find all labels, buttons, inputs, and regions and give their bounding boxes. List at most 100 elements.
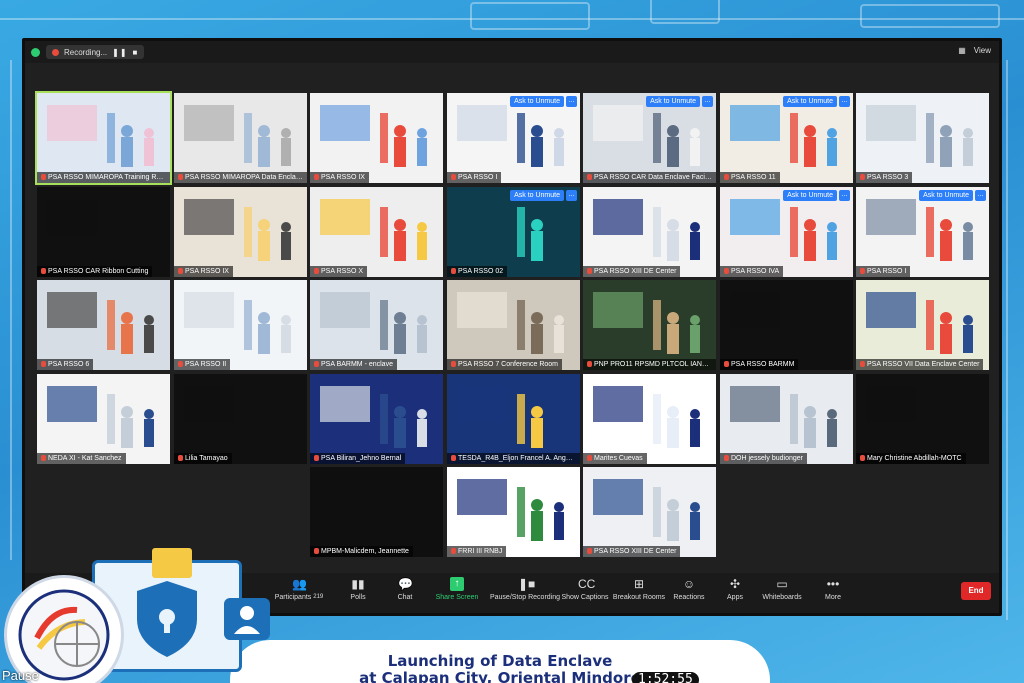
participant-name-text: PSA Biliran_Jehno Bernal	[321, 455, 402, 462]
tile-more-button[interactable]: ...	[566, 190, 577, 201]
pause-icon[interactable]: ❚❚	[112, 48, 127, 57]
participant-tile[interactable]: PNP PRO11 RPSMD PLTCOL IANOG	[583, 280, 716, 370]
whiteboards-label: Whiteboards	[762, 594, 802, 601]
participant-name-text: PSA RSSO IX	[321, 174, 365, 181]
whiteboard-icon: ▭	[776, 577, 788, 591]
participant-name: PSA RSSO CAR Ribbon Cutting	[37, 266, 153, 277]
share-screen-button[interactable]: ↑ Share Screen	[425, 577, 489, 601]
tile-more-button[interactable]: ...	[566, 96, 577, 107]
participant-tile[interactable]: FRRI III RNBJ	[447, 467, 580, 557]
participant-tile[interactable]: NEDA XI - Kat Sanchez	[37, 374, 170, 464]
participant-name-text: PSA BARMM - enclave	[321, 361, 393, 368]
participant-video-feed	[174, 93, 307, 183]
participant-tile[interactable]: PSA RSSO CAR Ribbon Cutting	[37, 187, 170, 277]
ask-to-unmute-button[interactable]: Ask to Unmute	[919, 190, 973, 201]
mic-muted-icon	[724, 361, 729, 368]
mic-muted-icon	[724, 455, 729, 462]
share-label: Share Screen	[435, 594, 479, 601]
participant-name-text: Marites Cuevas	[594, 455, 643, 462]
participant-name: PSA RSSO 02	[447, 266, 508, 277]
participant-tile[interactable]: Ask to Unmute... PSA RSSO 11	[720, 93, 853, 183]
participant-video-feed	[37, 280, 170, 370]
participant-tile[interactable]: PSA RSSO 6	[37, 280, 170, 370]
participant-name: PSA Biliran_Jehno Bernal	[310, 453, 406, 464]
participant-name-text: PSA RSSO MIMAROPA Training Room	[48, 174, 170, 181]
ask-to-unmute-button[interactable]: Ask to Unmute	[783, 96, 837, 107]
participant-tile[interactable]: PSA RSSO IX	[174, 187, 307, 277]
participant-video-feed	[720, 374, 853, 464]
participant-tile[interactable]: TESDA_R4B_Eljon Francel A. Angeles	[447, 374, 580, 464]
participant-tile[interactable]: PSA RSSO II	[174, 280, 307, 370]
ask-to-unmute-button[interactable]: Ask to Unmute	[510, 96, 564, 107]
participant-tile[interactable]: PSA RSSO IX	[310, 93, 443, 183]
reactions-icon: ☺	[682, 577, 696, 591]
participant-name-text: FRRI III RNBJ	[458, 548, 503, 555]
tile-more-button[interactable]: ...	[839, 96, 850, 107]
ask-to-unmute-button[interactable]: Ask to Unmute	[510, 190, 564, 201]
participant-tile[interactable]: Lilia Tamayao	[174, 374, 307, 464]
ask-to-unmute-button[interactable]: Ask to Unmute	[646, 96, 700, 107]
participant-tile[interactable]: PSA RSSO 3	[856, 93, 989, 183]
participant-tile[interactable]: PSA RSSO MIMAROPA Data Enclave	[174, 93, 307, 183]
participant-tile[interactable]: Ask to Unmute... PSA RSSO 02	[447, 187, 580, 277]
participant-tile[interactable]: PSA Biliran_Jehno Bernal	[310, 374, 443, 464]
mic-muted-icon	[178, 455, 183, 462]
participant-tile[interactable]: MPBM-Malicdem, Jeannette	[310, 467, 443, 557]
participant-tile[interactable]: PSA RSSO MIMAROPA Training Room	[35, 91, 172, 185]
view-menu[interactable]: ▦ View	[958, 46, 991, 55]
participant-tile[interactable]: PSA RSSO 7 Conference Room	[447, 280, 580, 370]
tile-more-button[interactable]: ...	[975, 190, 986, 201]
apps-icon: ✣	[729, 577, 741, 591]
participant-tile[interactable]: Ask to Unmute... PSA RSSO CAR Data Enclav…	[583, 93, 716, 183]
participant-name-text: PSA RSSO 7 Conference Room	[458, 361, 558, 368]
participant-name: PSA RSSO MIMAROPA Data Enclave	[174, 172, 307, 183]
participant-tile[interactable]: PSA RSSO X	[310, 187, 443, 277]
participant-name-text: PSA RSSO I	[458, 174, 498, 181]
gallery-view-grid: PSA RSSO MIMAROPA Training Room PSA RSSO …	[35, 91, 989, 563]
mic-muted-icon	[587, 361, 592, 368]
participant-tile[interactable]: Mary Christine Abdillah-MOTC	[856, 374, 989, 464]
pause-label[interactable]: Pause	[2, 668, 39, 683]
participant-tile[interactable]: DOH jessely budionger	[720, 374, 853, 464]
participant-tile[interactable]: PSA RSSO VII Data Enclave Center	[856, 280, 989, 370]
more-button[interactable]: ••• More	[801, 577, 865, 601]
participant-video-feed	[447, 467, 580, 557]
participant-tile[interactable]: PSA RSSO XIII DE Center	[583, 467, 716, 557]
tile-more-button[interactable]: ...	[839, 190, 850, 201]
participant-name: Lilia Tamayao	[174, 453, 232, 464]
chat-label: Chat	[397, 594, 413, 601]
participants-icon: 👥	[292, 577, 307, 591]
reactions-label: Reactions	[673, 594, 705, 601]
participant-tile[interactable]: PSA RSSO BARMM	[720, 280, 853, 370]
recording-pill[interactable]: Recording... ❚❚ ■	[46, 45, 145, 59]
mic-muted-icon	[314, 455, 319, 462]
participant-name: PSA RSSO BARMM	[720, 359, 799, 370]
participant-name: MPBM-Malicdem, Jeannette	[310, 546, 413, 557]
ask-to-unmute-button[interactable]: Ask to Unmute	[783, 190, 837, 201]
end-meeting-button[interactable]: End	[961, 582, 991, 600]
participant-tile[interactable]: PSA RSSO XIII DE Center	[583, 187, 716, 277]
participant-name-text: PSA RSSO I	[867, 268, 907, 275]
video-timer: 1:52:55	[632, 672, 699, 683]
participant-name-text: PSA RSSO IVA	[731, 268, 780, 275]
participant-video-feed	[856, 93, 989, 183]
participants-count: 219	[313, 594, 324, 600]
participant-video-feed	[583, 187, 716, 277]
stop-icon[interactable]: ■	[133, 48, 139, 57]
participant-tile[interactable]: Marites Cuevas	[583, 374, 716, 464]
participant-name-text: PSA RSSO 11	[731, 174, 776, 181]
zoom-meeting-window: Recording... ❚❚ ■ ▦ View PSA RSSO MIMARO…	[22, 38, 1002, 616]
participant-name: PSA RSSO I	[856, 266, 911, 277]
participants-label: Participants	[274, 594, 312, 601]
participant-video-feed	[310, 467, 443, 557]
tile-more-button[interactable]: ...	[702, 96, 713, 107]
participant-tile[interactable]: Ask to Unmute... PSA RSSO I	[856, 187, 989, 277]
record-label: Pause/Stop Recording	[489, 594, 561, 601]
breakout-rooms-icon: ⊞	[633, 577, 645, 591]
participant-tile[interactable]: Ask to Unmute... PSA RSSO I	[447, 93, 580, 183]
participant-name-text: MPBM-Malicdem, Jeannette	[321, 548, 409, 555]
participant-tile[interactable]: PSA BARMM - enclave	[310, 280, 443, 370]
participants-button[interactable]: 👥 Participants 219	[267, 577, 331, 601]
participant-name: PSA BARMM - enclave	[310, 359, 397, 370]
participant-tile[interactable]: Ask to Unmute... PSA RSSO IVA	[720, 187, 853, 277]
